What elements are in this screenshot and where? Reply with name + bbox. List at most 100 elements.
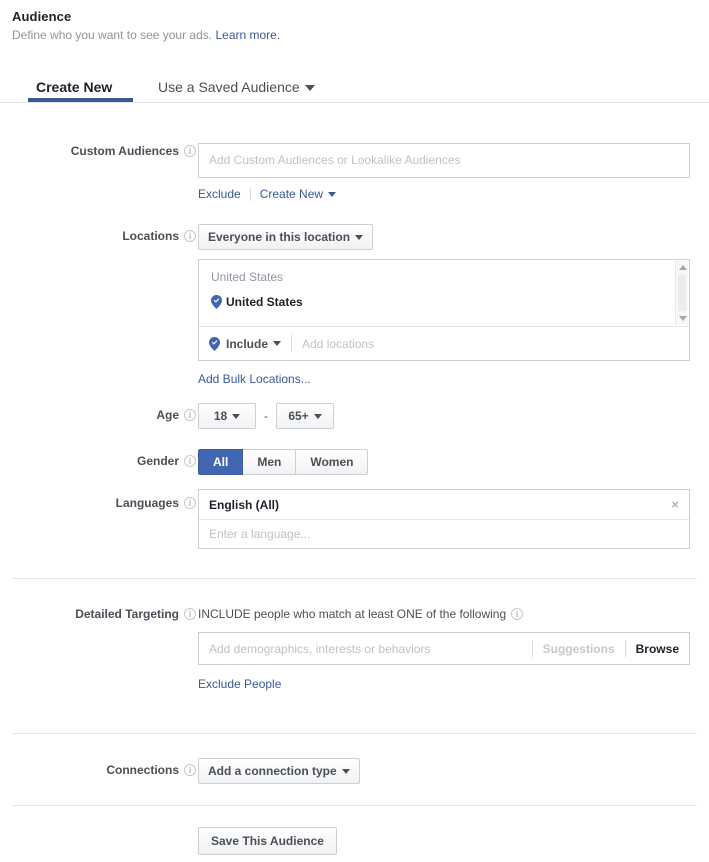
age-row: Age i 18 - 65+ (0, 403, 709, 435)
languages-field: English (All) × Enter a language... (198, 489, 690, 549)
browse-button[interactable]: Browse (636, 642, 679, 656)
include-mode-label: Include (226, 336, 269, 351)
section-divider (12, 805, 697, 806)
chevron-down-icon (328, 191, 337, 197)
add-bulk-locations-link[interactable]: Add Bulk Locations... (198, 372, 311, 386)
custom-audiences-label: Custom Audiences i (18, 143, 196, 159)
location-pin-icon (211, 295, 222, 313)
custom-audiences-actions: Exclude Create New (198, 187, 690, 201)
selected-locations-list: United States United States (199, 260, 689, 326)
audience-tabs: Create New Use a Saved Audience (0, 71, 709, 103)
location-pin-icon (209, 336, 220, 351)
chevron-down-icon (273, 341, 282, 347)
gender-field: All Men Women (198, 449, 369, 475)
include-header-text: INCLUDE people who match at least ONE of… (198, 607, 507, 621)
custom-audiences-input[interactable]: Add Custom Audiences or Lookalike Audien… (198, 143, 690, 178)
language-input-row[interactable]: Enter a language... (199, 519, 689, 548)
age-max-value: 65+ (288, 409, 309, 423)
close-icon[interactable]: × (671, 498, 679, 511)
gender-toggle-group: All Men Women (198, 449, 369, 475)
page-title: Audience (12, 9, 72, 24)
save-this-audience-button[interactable]: Save This Audience (198, 827, 337, 855)
connections-field: Add a connection type (198, 758, 360, 784)
page-subtitle: Define who you want to see your ads. Lea… (12, 27, 709, 43)
panel-header: Audience Define who you want to see your… (0, 0, 709, 43)
bulk-locations-wrap: Add Bulk Locations... (198, 370, 690, 388)
add-connection-type-dropdown[interactable]: Add a connection type (198, 758, 360, 784)
age-min-value: 18 (213, 409, 228, 423)
age-max-dropdown[interactable]: 65+ (276, 403, 334, 429)
gender-option-women[interactable]: Women (296, 449, 369, 475)
tab-create-new[interactable]: Create New (36, 79, 112, 95)
gender-option-all[interactable]: All (198, 449, 244, 475)
location-name: United States (226, 295, 303, 309)
learn-more-link[interactable]: Learn more. (215, 28, 280, 42)
info-icon[interactable]: i (184, 497, 196, 510)
location-group-header: United States (211, 270, 284, 284)
custom-audiences-label-text: Custom Audiences (70, 144, 179, 158)
chevron-down-icon (355, 234, 364, 240)
tab-saved-label: Use a Saved Audience (158, 79, 300, 95)
detailed-targeting-placeholder: Add demographics, interests or behaviors (209, 641, 431, 656)
chevron-down-icon (313, 413, 322, 419)
add-connection-type-label: Add a connection type (208, 764, 337, 778)
suggestions-button[interactable]: Suggestions (543, 642, 615, 656)
location-scope-dropdown[interactable]: Everyone in this location (198, 224, 374, 250)
gender-label-text: Gender (136, 454, 179, 468)
info-icon[interactable]: i (184, 455, 196, 468)
audience-panel: Audience Define who you want to see your… (0, 0, 709, 862)
scroll-up-arrow-icon[interactable] (679, 265, 687, 270)
connections-label: Connections i (18, 762, 196, 778)
detailed-targeting-field: INCLUDE people who match at least ONE of… (198, 606, 690, 693)
dt-separator-1 (531, 640, 533, 657)
age-label: Age i (18, 407, 196, 423)
age-field: 18 - 65+ (198, 403, 334, 429)
dt-separator-2 (624, 640, 626, 657)
locations-box: United States United States Include Add … (198, 259, 690, 361)
active-tab-indicator (28, 98, 133, 102)
gender-option-men[interactable]: Men (243, 449, 297, 475)
tab-use-saved-audience[interactable]: Use a Saved Audience (158, 79, 315, 95)
locations-field: Everyone in this location United States … (198, 224, 690, 388)
info-icon[interactable]: i (184, 608, 196, 621)
list-item[interactable]: United States (211, 294, 689, 310)
info-icon[interactable]: i (184, 145, 196, 158)
footer-field: Save This Audience (198, 827, 337, 855)
action-separator (249, 187, 251, 201)
age-min-dropdown[interactable]: 18 (198, 403, 256, 429)
languages-box: English (All) × Enter a language... (198, 489, 690, 549)
detailed-targeting-row: Detailed Targeting i INCLUDE people who m… (0, 606, 709, 706)
locations-add-row: Include Add locations (199, 327, 689, 360)
info-icon[interactable]: i (511, 608, 524, 621)
language-input-placeholder: Enter a language... (209, 527, 311, 541)
custom-audiences-placeholder: Add Custom Audiences or Lookalike Audien… (209, 153, 461, 167)
locations-label-text: Locations (122, 229, 179, 243)
locations-input-separator (291, 335, 293, 352)
chevron-down-icon (341, 768, 350, 774)
subtitle-text: Define who you want to see your ads. (12, 28, 213, 42)
scrollbar-thumb[interactable] (678, 275, 686, 311)
location-scope-label: Everyone in this location (208, 230, 351, 244)
info-icon[interactable]: i (184, 764, 196, 777)
add-locations-input[interactable]: Add locations (302, 337, 374, 351)
exclude-people-link[interactable]: Exclude People (198, 677, 281, 691)
custom-audiences-field: Add Custom Audiences or Lookalike Audien… (198, 143, 690, 201)
locations-scrollbar[interactable] (675, 261, 688, 325)
languages-label-text: Languages (115, 496, 179, 510)
scroll-down-arrow-icon[interactable] (679, 316, 687, 321)
exclude-people-wrap: Exclude People (198, 675, 690, 693)
section-divider (12, 733, 697, 734)
connections-row: Connections i Add a connection type (0, 758, 709, 790)
locations-row: Locations i Everyone in this location Uni… (0, 224, 709, 389)
create-new-audience-link[interactable]: Create New (260, 187, 337, 201)
detailed-targeting-label: Detailed Targeting i (18, 606, 196, 622)
selected-language: English (All) × (199, 490, 689, 519)
age-range-separator: - (264, 409, 268, 423)
include-mode-dropdown[interactable]: Include (226, 336, 282, 351)
connections-label-text: Connections (106, 763, 179, 777)
info-icon[interactable]: i (184, 230, 196, 243)
exclude-link[interactable]: Exclude (198, 187, 241, 201)
languages-label: Languages i (18, 495, 196, 511)
info-icon[interactable]: i (184, 409, 196, 422)
detailed-targeting-input[interactable]: Add demographics, interests or behaviors… (198, 632, 690, 665)
